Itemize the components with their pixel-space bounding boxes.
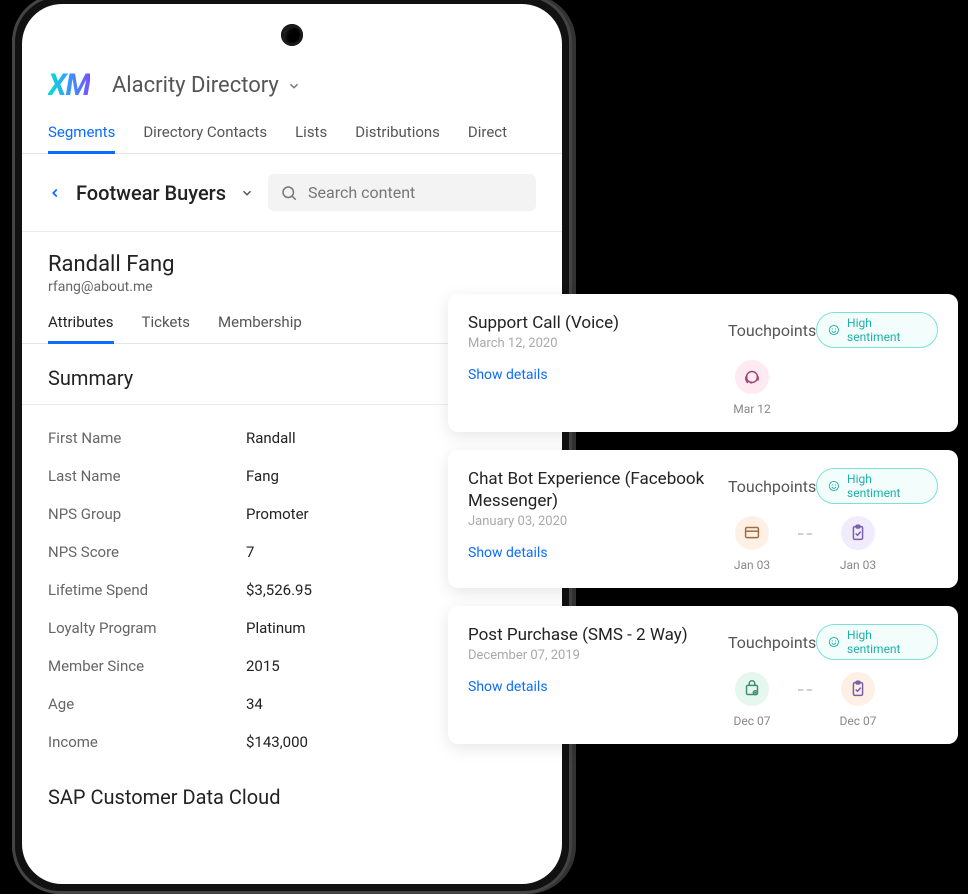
directory-label: Alacrity Directory (112, 73, 279, 98)
touchpoint-step: Jan 03 (728, 516, 776, 572)
clipboard-icon (841, 516, 875, 550)
attr-label: Last Name (48, 467, 246, 485)
sub-tab-tickets[interactable]: Tickets (142, 313, 191, 343)
camera-dot (281, 24, 303, 46)
smile-icon (827, 635, 841, 649)
top-tab-lists[interactable]: Lists (295, 117, 327, 153)
attr-label: First Name (48, 429, 246, 447)
smile-icon (827, 323, 841, 337)
back-button[interactable] (48, 185, 62, 201)
touchpoints-label: Touchpoints (728, 321, 816, 340)
search-input[interactable]: Search content (268, 174, 536, 211)
attr-label: NPS Group (48, 505, 246, 523)
sentiment-badge: High sentiment (816, 312, 938, 348)
touchpoint-card: Chat Bot Experience (Facebook Messenger)… (448, 450, 958, 588)
card-title: Post Purchase (SMS - 2 Way) (468, 624, 718, 646)
search-placeholder: Search content (308, 183, 415, 202)
sentiment-badge: High sentiment (816, 468, 938, 504)
touchpoints-label: Touchpoints (728, 477, 816, 496)
segment-picker[interactable]: Footwear Buyers (76, 181, 254, 205)
search-icon (280, 184, 298, 202)
smile-icon (827, 479, 841, 493)
contact-email: rfang@about.me (48, 279, 536, 295)
touchpoint-card: Post Purchase (SMS - 2 Way) December 07, … (448, 606, 958, 744)
top-tab-directory-contacts[interactable]: Directory Contacts (143, 117, 267, 153)
touchpoint-step-label: Mar 12 (733, 402, 771, 416)
card-date: January 03, 2020 (468, 514, 718, 529)
card-title: Chat Bot Experience (Facebook Messenger) (468, 468, 718, 512)
attr-value: Randall (246, 429, 296, 447)
segment-bar: Footwear Buyers Search content (22, 154, 562, 232)
sentiment-badge: High sentiment (816, 624, 938, 660)
touchpoint-step: Jan 03 (834, 516, 882, 572)
sub-tab-attributes[interactable]: Attributes (48, 313, 114, 344)
step-connector (798, 689, 812, 691)
attr-value: 34 (246, 695, 263, 713)
touchpoint-step: Mar 12 (728, 360, 776, 416)
attr-label: Income (48, 733, 246, 751)
touchpoint-steps: Jan 03 Jan 03 (728, 516, 938, 572)
directory-picker[interactable]: Alacrity Directory (112, 73, 301, 98)
attr-label: Lifetime Spend (48, 581, 246, 599)
touchpoint-step-label: Jan 03 (840, 558, 876, 572)
window-icon (735, 516, 769, 550)
attr-value: $143,000 (246, 733, 308, 751)
chevron-down-icon (287, 79, 301, 93)
cdc-heading: SAP Customer Data Cloud (22, 761, 562, 813)
attr-value: Fang (246, 467, 279, 485)
attr-value: 2015 (246, 657, 280, 675)
attr-value: 7 (246, 543, 254, 561)
attr-value: Promoter (246, 505, 309, 523)
top-tab-segments[interactable]: Segments (48, 117, 115, 154)
show-details-link[interactable]: Show details (468, 545, 718, 561)
card-date: March 12, 2020 (468, 336, 718, 351)
attr-label: Age (48, 695, 246, 713)
brand-logo: XM (48, 68, 90, 103)
cart-icon (735, 672, 769, 706)
touchpoint-step-label: Dec 07 (840, 714, 877, 728)
touchpoint-steps: Dec 07 Dec 07 (728, 672, 938, 728)
chevron-down-icon (240, 186, 254, 200)
sub-tab-membership[interactable]: Membership (218, 313, 302, 343)
headset-icon (735, 360, 769, 394)
touchpoint-step: Dec 07 (834, 672, 882, 728)
attr-label: Loyalty Program (48, 619, 246, 637)
app-header: XM Alacrity Directory (22, 68, 562, 117)
card-title: Support Call (Voice) (468, 312, 718, 334)
contact-header: Randall Fang rfang@about.me (22, 232, 562, 295)
touchpoint-card: Support Call (Voice) March 12, 2020 Show d… (448, 294, 958, 432)
attr-label: Member Since (48, 657, 246, 675)
touchpoint-step-label: Dec 07 (734, 714, 771, 728)
touchpoint-cards: Support Call (Voice) March 12, 2020 Show d… (448, 294, 958, 744)
touchpoint-steps: Mar 12 (728, 360, 938, 416)
attr-label: NPS Score (48, 543, 246, 561)
card-date: December 07, 2019 (468, 648, 718, 663)
top-tab-distributions[interactable]: Distributions (355, 117, 440, 153)
top-tab-direct[interactable]: Direct (468, 117, 507, 153)
touchpoints-label: Touchpoints (728, 633, 816, 652)
step-connector (798, 533, 812, 535)
touchpoint-step: Dec 07 (728, 672, 776, 728)
show-details-link[interactable]: Show details (468, 679, 718, 695)
segment-title-text: Footwear Buyers (76, 181, 226, 205)
attr-value: $3,526.95 (246, 581, 312, 599)
top-tabs: Segments Directory Contacts Lists Distribut… (22, 117, 562, 154)
show-details-link[interactable]: Show details (468, 367, 718, 383)
touchpoint-step-label: Jan 03 (734, 558, 770, 572)
attr-value: Platinum (246, 619, 306, 637)
clipboard-icon (841, 672, 875, 706)
contact-name: Randall Fang (48, 252, 536, 277)
